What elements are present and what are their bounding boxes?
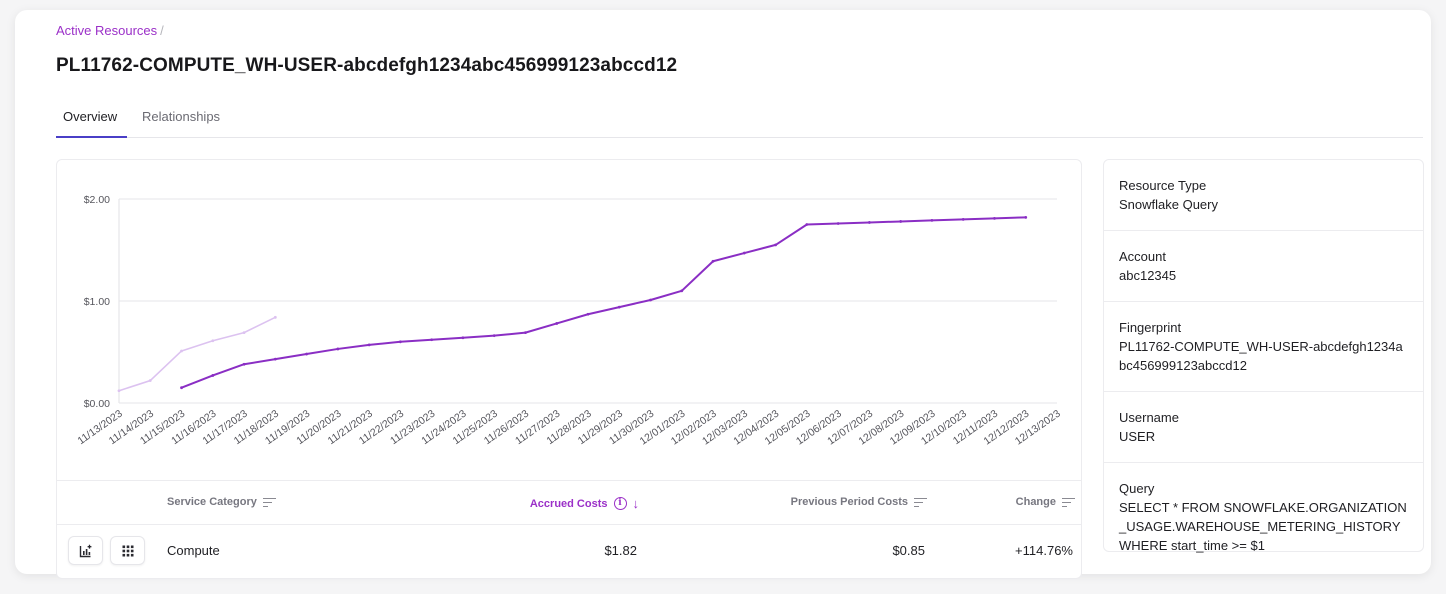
data-point (774, 243, 777, 247)
detail-label: Query (1119, 481, 1155, 496)
cost-chart-card: $0.00 $1.00 $2.00 11/13/2023 11/14/2023 11/15… (56, 159, 1082, 579)
detail-label: Username (1119, 410, 1179, 425)
data-point (180, 386, 183, 390)
data-point (680, 289, 684, 293)
data-point (117, 389, 121, 393)
cell-accrued-costs: $1.82 (604, 543, 637, 558)
active-tab-indicator (56, 136, 127, 138)
breadcrumb: Active Resources / (56, 23, 164, 38)
column-label: Service Category (167, 496, 257, 508)
data-point (742, 251, 746, 255)
tab-overview[interactable]: Overview (63, 109, 117, 124)
table-row: Compute $1.82 $0.85 +114.76% (57, 526, 1081, 576)
cell-service-category: Compute (167, 543, 220, 558)
data-point (180, 349, 183, 353)
accrued-costs-line (181, 216, 1026, 389)
y-tick-label: $1.00 (84, 296, 110, 308)
data-point (242, 331, 246, 335)
detail-resource-type: Resource Type Snowflake Query (1104, 160, 1423, 231)
grid-menu-button[interactable] (110, 536, 145, 565)
detail-fingerprint: Fingerprint PL11762-COMPUTE_WH-USER-abcd… (1104, 302, 1423, 392)
data-point (242, 362, 246, 366)
detail-label: Account (1119, 249, 1166, 264)
column-label: Change (1015, 496, 1056, 508)
data-point (930, 219, 934, 222)
detail-label: Resource Type (1119, 178, 1207, 193)
chart-add-icon (79, 544, 91, 557)
tab-relationships[interactable]: Relationships (142, 109, 220, 124)
detail-value: USER (1119, 429, 1156, 444)
data-point (711, 259, 715, 263)
cell-previous-period-costs: $0.85 (892, 543, 925, 558)
data-point (617, 305, 621, 309)
tab-bar: Overview Relationships (56, 100, 1423, 138)
column-header-previous-period-costs[interactable]: Previous Period Costs (791, 496, 927, 508)
detail-value: PL11762-COMPUTE_WH-USER-abcdefgh1234abc4… (1119, 339, 1403, 373)
data-point (805, 223, 809, 226)
data-point (492, 334, 496, 338)
data-point (305, 352, 308, 356)
column-header-service-category[interactable]: Service Category (167, 496, 276, 508)
data-point (273, 315, 277, 319)
sort-icon (914, 497, 927, 507)
data-point (336, 347, 340, 351)
data-point (211, 339, 215, 343)
data-point (399, 340, 402, 344)
detail-query: Query SELECT * FROM SNOWFLAKE.ORGANIZATI… (1104, 463, 1423, 571)
data-point (993, 216, 996, 220)
breadcrumb-active-resources-link[interactable]: Active Resources (56, 23, 157, 38)
detail-value: abc12345 (1119, 268, 1177, 283)
detail-account: Account abc12345 (1104, 231, 1423, 302)
page-title: PL11762-COMPUTE_WH-USER-abcdefgh1234abc4… (56, 55, 678, 76)
cost-line-chart: $0.00$1.00$2.0011/13/202311/14/202311/15… (75, 194, 1062, 448)
data-point (555, 322, 559, 325)
column-header-accrued-costs[interactable]: Accrued Costs i ↓ (530, 496, 639, 511)
detail-username: Username USER (1104, 392, 1423, 463)
data-point (461, 336, 465, 340)
y-tick-label: $2.00 (84, 194, 110, 206)
data-point (836, 222, 840, 225)
data-point (1024, 215, 1028, 219)
data-point (961, 218, 965, 221)
data-point (148, 379, 152, 382)
info-icon[interactable]: i (613, 497, 627, 510)
y-tick-label: $0.00 (84, 398, 110, 410)
sort-desc-arrow-icon: ↓ (632, 496, 640, 511)
add-chart-button[interactable] (68, 536, 103, 565)
detail-value: Snowflake Query (1119, 197, 1218, 212)
data-point (430, 338, 434, 342)
column-label: Previous Period Costs (790, 496, 908, 508)
data-point (649, 298, 652, 302)
data-point (586, 312, 590, 316)
detail-label: Fingerprint (1119, 320, 1182, 335)
resource-details-card: Resource Type Snowflake Query Account ab… (1103, 159, 1424, 553)
column-label: Accrued Costs (529, 497, 608, 510)
data-point (273, 357, 277, 361)
sort-icon (262, 497, 276, 507)
detail-value: SELECT * FROM SNOWFLAKE.ORGANIZATION_USA… (1119, 500, 1407, 553)
previous-period-line (118, 316, 276, 392)
sort-icon (1062, 497, 1075, 507)
column-header-change[interactable]: Change (1016, 496, 1075, 508)
breadcrumb-separator: / (160, 23, 164, 38)
data-point (524, 331, 527, 335)
data-point (868, 221, 871, 224)
cell-change: +114.76% (1015, 543, 1073, 558)
data-point (211, 374, 215, 377)
data-point (899, 220, 903, 223)
table-header: Service Category Accrued Costs i ↓ Previ… (57, 480, 1081, 525)
grid-icon (122, 545, 133, 556)
data-point (367, 343, 371, 347)
